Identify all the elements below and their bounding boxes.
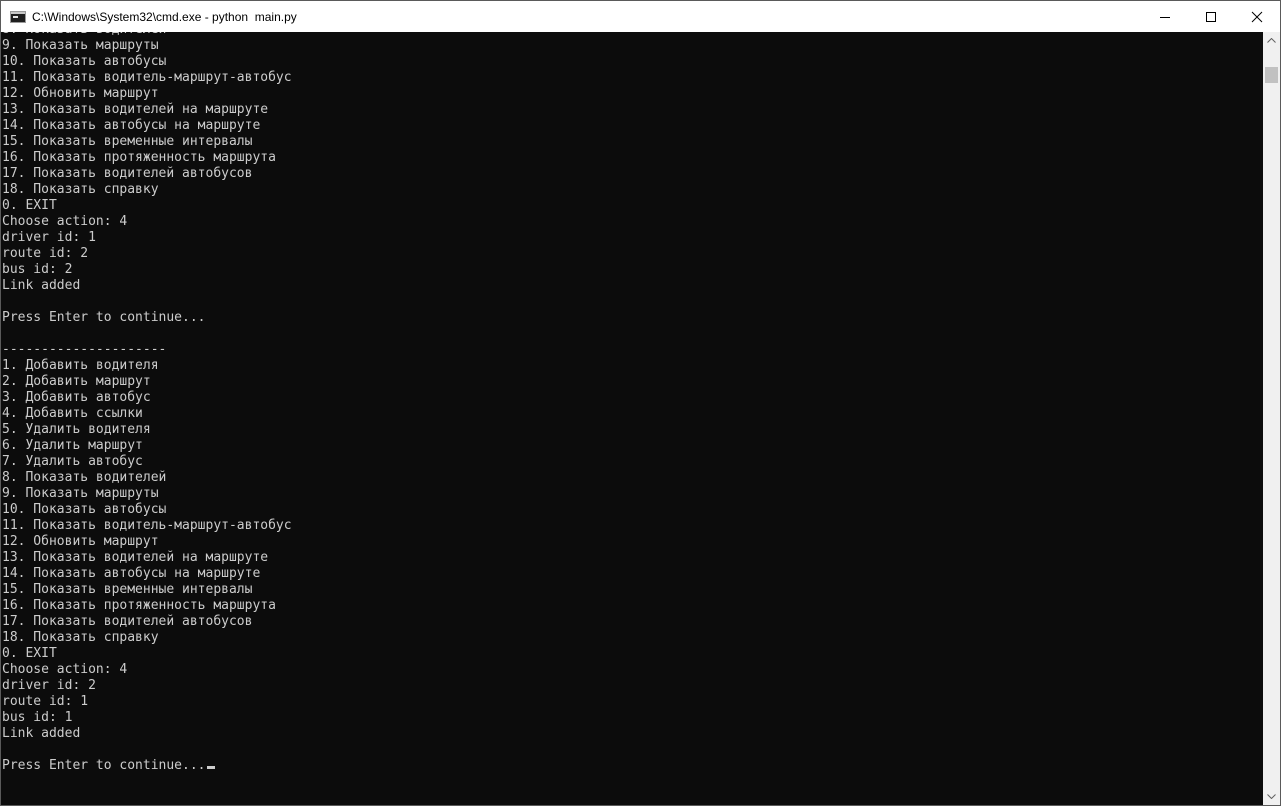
console-line: Link added (2, 726, 81, 741)
console-line: 5. Удалить водителя (2, 422, 151, 437)
console-line: 8. Показать водителей (2, 470, 167, 485)
console-line: 16. Показать протяженность маршрута (2, 598, 276, 613)
scroll-down-arrow-icon (1267, 794, 1276, 799)
console-line: 15. Показать временные интервалы (2, 134, 253, 149)
minimize-icon (1160, 16, 1170, 18)
console-line: 18. Показать справку (2, 630, 159, 645)
scroll-up-arrow-icon (1267, 38, 1276, 43)
console-line: 10. Показать автобусы (2, 502, 167, 517)
close-button[interactable] (1234, 1, 1280, 32)
console-lines: 7. Удалить автобус8. Показать водителей9… (2, 32, 292, 805)
console-line: 2. Добавить маршрут (2, 374, 151, 389)
console-line: Link added (2, 278, 81, 293)
console-line: 14. Показать автобусы на маршруте (2, 118, 261, 133)
minimize-button[interactable] (1142, 1, 1188, 32)
maximize-button[interactable] (1188, 1, 1234, 32)
console-line: Press Enter to continue... (2, 310, 206, 325)
prompt-line: Press Enter to continue... (2, 758, 292, 774)
console-line: 9. Показать маршруты (2, 486, 159, 501)
console-line: bus id: 2 (2, 262, 73, 277)
scroll-down-button[interactable] (1263, 788, 1280, 805)
console-line: 0. EXIT (2, 198, 57, 213)
console-line: 12. Обновить маршрут (2, 86, 159, 101)
console-line: bus id: 1 (2, 710, 73, 725)
console-line: 0. EXIT (2, 646, 57, 661)
console-line: 13. Показать водителей на маршруте (2, 550, 269, 565)
text-cursor (206, 766, 215, 769)
close-icon (1251, 11, 1263, 22)
console-line: 17. Показать водителей автобусов (2, 166, 253, 181)
console-line: 12. Обновить маршрут (2, 534, 159, 549)
console-line: 6. Удалить маршрут (2, 438, 143, 453)
console-line: route id: 1 (2, 694, 89, 709)
console-line: 3. Добавить автобус (2, 390, 151, 405)
console-window: C:\Windows\System32\cmd.exe - python mai… (0, 0, 1281, 806)
console-line: 9. Показать маршруты (2, 38, 159, 53)
scroll-up-button[interactable] (1263, 32, 1280, 49)
console-line: 11. Показать водитель-маршрут-автобус (2, 518, 292, 533)
console-line: 15. Показать временные интервалы (2, 582, 253, 597)
vertical-scrollbar[interactable] (1263, 32, 1280, 805)
console-line: 13. Показать водителей на маршруте (2, 102, 269, 117)
console-line: 1. Добавить водителя (2, 358, 159, 373)
prompt-text: Press Enter to continue... (2, 758, 206, 773)
console-output-area[interactable]: 7. Удалить автобус8. Показать водителей9… (1, 32, 1263, 805)
console-line: driver id: 1 (2, 230, 96, 245)
scrollbar-thumb[interactable] (1265, 67, 1278, 83)
console-line: Choose action: 4 (2, 214, 128, 229)
console-line: 10. Показать автобусы (2, 54, 167, 69)
console-line: driver id: 2 (2, 678, 96, 693)
window-title: C:\Windows\System32\cmd.exe - python mai… (32, 9, 297, 24)
console-line: route id: 2 (2, 246, 89, 261)
console-line: 7. Удалить автобус (2, 454, 143, 469)
console-line: Choose action: 4 (2, 662, 128, 677)
cmd-app-icon (10, 10, 26, 23)
console-line: 4. Добавить ссылки (2, 406, 143, 421)
title-bar[interactable]: C:\Windows\System32\cmd.exe - python mai… (1, 1, 1280, 32)
console-line: 16. Показать протяженность маршрута (2, 150, 276, 165)
console-line: 18. Показать справку (2, 182, 159, 197)
console-line: 17. Показать водителей автобусов (2, 614, 253, 629)
console-line: --------------------- (2, 342, 167, 357)
console-line: 11. Показать водитель-маршрут-автобус (2, 70, 292, 85)
window-controls (1142, 1, 1280, 32)
maximize-icon (1206, 11, 1216, 22)
console-line: 14. Показать автобусы на маршруте (2, 566, 261, 581)
